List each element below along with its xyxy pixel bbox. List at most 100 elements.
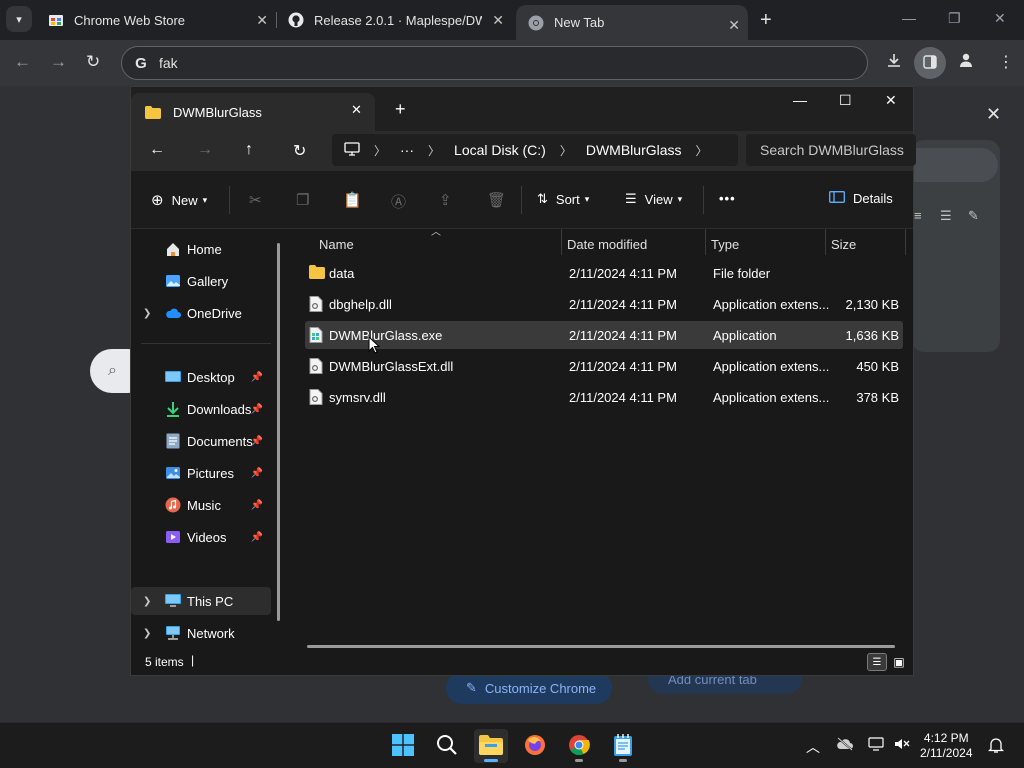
rename-icon[interactable]: Ⓐ (391, 191, 406, 212)
search-button[interactable] (430, 729, 464, 763)
share-icon[interactable]: ⇪ (439, 191, 452, 209)
file-row[interactable]: DWMBlurGlassExt.dll 2/11/2024 4:11 PM Ap… (305, 352, 903, 380)
column-header-type[interactable]: Type (711, 233, 739, 255)
expand-chevron-icon[interactable]: ❯ (143, 596, 151, 607)
cut-icon[interactable]: ✂ (249, 191, 262, 209)
customize-chrome-button[interactable]: ✎ Customize Chrome (446, 672, 612, 704)
nav-item-onedrive[interactable]: ❯ OneDrive (131, 299, 271, 327)
pin-icon[interactable]: 📌 (251, 500, 263, 511)
file-row[interactable]: data 2/11/2024 4:11 PM File folder (305, 259, 903, 287)
browser-tab-web-store[interactable]: Chrome Web Store ✕ (36, 0, 276, 40)
chevron-right-icon[interactable]: 〉 (428, 142, 440, 159)
nav-item-documents[interactable]: Documents 📌 (131, 427, 271, 455)
browser-tab-new-tab[interactable]: New Tab ✕ (516, 5, 748, 40)
copy-icon[interactable]: ❐ (296, 191, 309, 209)
breadcrumb-item[interactable]: DWMBlurGlass (586, 142, 682, 158)
back-icon[interactable]: ← (14, 52, 31, 72)
forward-icon[interactable]: → (197, 141, 213, 159)
file-row[interactable]: symsrv.dll 2/11/2024 4:11 PM Application… (305, 383, 903, 411)
filter-icon[interactable]: ≡ (914, 208, 922, 223)
pin-icon[interactable]: 📌 (251, 404, 263, 415)
monitor-icon[interactable] (344, 141, 360, 159)
omnibox-text[interactable]: fak (159, 55, 178, 71)
refresh-icon[interactable]: ↻ (293, 141, 306, 161)
sort-button[interactable]: ⇅ Sort ▾ (537, 191, 589, 207)
more-crumbs-icon[interactable]: ··· (400, 142, 414, 158)
notification-bell-icon[interactable] (987, 737, 1005, 756)
start-button[interactable] (386, 729, 420, 763)
column-divider[interactable] (905, 229, 906, 255)
download-icon[interactable] (886, 52, 902, 73)
breadcrumb-item[interactable]: Local Disk (C:) (454, 142, 546, 158)
close-icon[interactable]: ✕ (728, 17, 740, 34)
firefox-taskbar-button[interactable] (518, 729, 552, 763)
restore-icon[interactable]: ❐ (948, 10, 961, 27)
back-icon[interactable]: ← (149, 141, 165, 159)
chevron-up-icon[interactable]: ︿ (806, 737, 820, 757)
nav-item-downloads[interactable]: Downloads 📌 (131, 395, 271, 423)
expand-chevron-icon[interactable]: ❯ (143, 308, 151, 319)
expand-chevron-icon[interactable]: ❯ (143, 628, 151, 639)
reload-icon[interactable]: ↻ (86, 52, 100, 72)
view-button[interactable]: ☰ View ▾ (625, 191, 682, 207)
new-tab-plus-icon[interactable]: + (395, 99, 406, 120)
file-explorer-taskbar-button[interactable] (474, 729, 508, 763)
new-tab-plus-icon[interactable]: + (760, 9, 772, 32)
menu-kebab-icon[interactable]: ⋮ (998, 52, 1014, 72)
omnibox[interactable]: G fak (121, 46, 868, 80)
nav-item-music[interactable]: Music 📌 (131, 491, 271, 519)
ntp-close-icon[interactable]: ✕ (986, 104, 1001, 125)
pin-icon[interactable]: 📌 (251, 436, 263, 447)
minimize-icon[interactable]: — (902, 10, 916, 26)
nav-item-pictures[interactable]: Pictures 📌 (131, 459, 271, 487)
network-status-icon[interactable] (868, 737, 884, 754)
nav-scrollbar[interactable] (277, 243, 280, 621)
pin-icon[interactable]: 📌 (251, 532, 263, 543)
ntp-panel-field[interactable] (912, 148, 998, 182)
breadcrumb[interactable]: 〉 ··· 〉 Local Disk (C:) 〉 DWMBlurGlass 〉 (332, 134, 738, 166)
close-window-icon[interactable]: ✕ (885, 92, 897, 109)
chevron-right-icon[interactable]: 〉 (560, 142, 572, 159)
pin-icon[interactable]: 📌 (251, 372, 263, 383)
file-row[interactable]: dbghelp.dll 2/11/2024 4:11 PM Applicatio… (305, 290, 903, 318)
details-button[interactable]: Details (829, 191, 893, 206)
column-header-size[interactable]: Size (831, 233, 856, 255)
explorer-tab[interactable]: DWMBlurGlass (131, 93, 375, 131)
notepad-taskbar-button[interactable] (606, 729, 640, 763)
side-panel-button[interactable] (914, 47, 946, 79)
nav-item-this-pc[interactable]: ❯ This PC (131, 587, 271, 615)
cloud-offline-icon[interactable] (836, 737, 854, 754)
edit-icon[interactable]: ✎ (968, 208, 979, 224)
nav-item-desktop[interactable]: Desktop 📌 (131, 363, 271, 391)
chevron-right-icon[interactable]: 〉 (696, 142, 708, 159)
nav-item-gallery[interactable]: Gallery (131, 267, 271, 295)
delete-icon[interactable]: 🗑 (487, 191, 506, 209)
details-view-icon[interactable]: ☰ (867, 653, 887, 671)
volume-muted-icon[interactable] (894, 737, 910, 754)
maximize-icon[interactable]: ☐ (839, 92, 852, 109)
minimize-icon[interactable]: — (793, 92, 807, 108)
close-icon[interactable]: ✕ (256, 12, 268, 29)
close-window-icon[interactable]: ✕ (994, 10, 1006, 27)
chevron-right-icon[interactable]: 〉 (374, 142, 386, 159)
file-row[interactable]: DWMBlurGlass.exe 2/11/2024 4:11 PM Appli… (305, 321, 903, 349)
nav-item-videos[interactable]: Videos 📌 (131, 523, 271, 551)
column-divider[interactable] (561, 229, 562, 255)
up-icon[interactable]: ↑ (245, 141, 253, 159)
tiles-view-icon[interactable]: ▣ (890, 653, 908, 671)
search-input[interactable]: Search DWMBlurGlass (746, 134, 916, 166)
close-icon[interactable]: ✕ (492, 12, 504, 29)
nav-item-home[interactable]: Home (131, 235, 271, 263)
column-header-date[interactable]: Date modified (567, 233, 647, 255)
nav-item-network[interactable]: ❯ Network (131, 619, 271, 647)
column-divider[interactable] (825, 229, 826, 255)
paste-icon[interactable]: 📋 (343, 191, 362, 209)
list-icon[interactable]: ☰ (940, 208, 952, 224)
column-divider[interactable] (705, 229, 706, 255)
forward-icon[interactable]: → (50, 52, 67, 72)
new-button[interactable]: ⊕ New ▾ (151, 191, 207, 209)
chrome-taskbar-button[interactable] (562, 729, 596, 763)
column-header-name[interactable]: Name (319, 233, 354, 255)
browser-tab-release[interactable]: Release 2.0.1 · Maplespe/DWMBlurGlass ✕ (276, 0, 512, 40)
horizontal-scrollbar[interactable] (307, 645, 895, 648)
